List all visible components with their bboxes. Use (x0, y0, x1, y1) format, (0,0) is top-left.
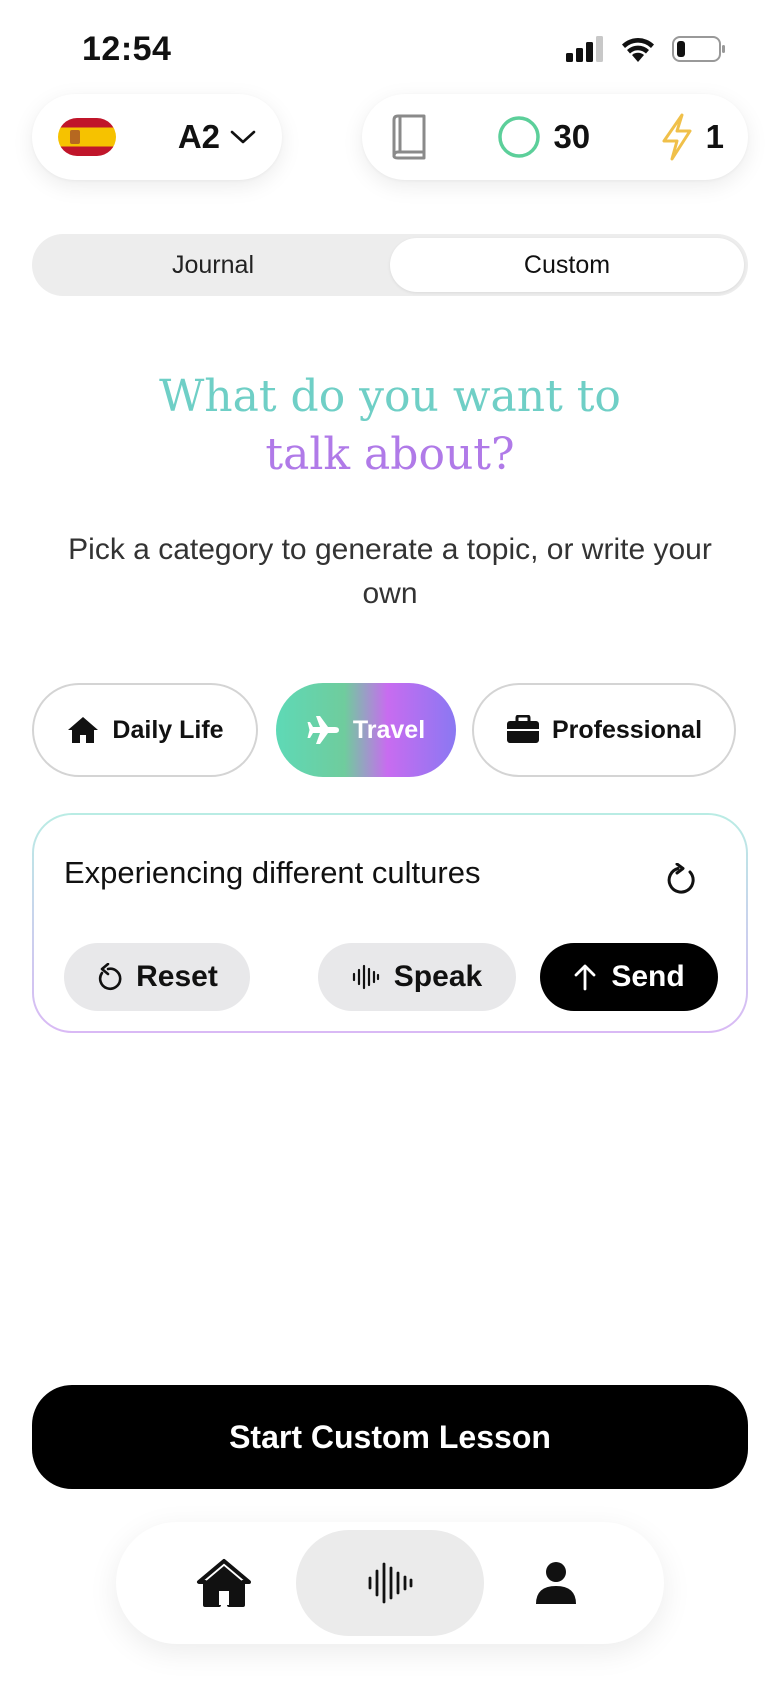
speak-button[interactable]: Speak (318, 943, 516, 1011)
spain-flag-icon (58, 118, 116, 156)
category-travel[interactable]: Travel (276, 683, 456, 777)
nav-profile[interactable] (488, 1530, 624, 1636)
language-level-selector[interactable]: A2 (32, 94, 282, 180)
battery-icon (672, 36, 725, 62)
wifi-icon (622, 38, 654, 62)
category-label: Travel (352, 715, 426, 744)
category-professional[interactable]: Professional (472, 683, 736, 777)
cellular-signal-icon (566, 36, 603, 62)
refresh-icon[interactable] (664, 863, 698, 897)
voice-wave-icon (368, 1562, 413, 1604)
chevron-down-icon (230, 130, 256, 144)
level-label: A2 (177, 118, 220, 155)
speak-label: Speak (393, 960, 483, 993)
streak-value: 1 (705, 118, 724, 155)
status-time: 12:54 (82, 30, 172, 68)
title-line-2: talk about? (265, 429, 515, 480)
voice-wave-icon (352, 964, 379, 990)
start-custom-lesson-button[interactable]: Start Custom Lesson (32, 1385, 748, 1489)
book-icon[interactable] (388, 114, 428, 160)
airplane-icon (307, 716, 339, 744)
home-icon (68, 717, 99, 743)
send-label: Send (611, 960, 685, 993)
nav-speak[interactable] (296, 1530, 484, 1636)
streak-stat: 1 (660, 113, 724, 161)
subtitle: Pick a category to generate a topic, or … (68, 533, 712, 610)
reset-button[interactable]: Reset (64, 943, 250, 1011)
topic-text[interactable]: Experiencing different cultures (64, 855, 480, 891)
page-title: What do you want to talk about? (0, 368, 780, 484)
bottom-nav (116, 1522, 664, 1644)
reset-label: Reset (136, 960, 218, 993)
title-line-1: What do you want to (159, 371, 621, 422)
points-stat: 30 (497, 115, 590, 159)
lightning-icon (662, 113, 692, 161)
stats-bar: 30 1 (362, 94, 748, 180)
send-button[interactable]: Send (540, 943, 718, 1011)
briefcase-icon (506, 715, 539, 743)
tab-custom[interactable]: Custom (390, 238, 744, 292)
points-value: 30 (553, 118, 591, 155)
topic-card: Experiencing different cultures Reset Sp… (32, 813, 748, 1033)
points-ring-icon (498, 116, 541, 158)
tab-journal[interactable]: Journal (36, 238, 390, 292)
nav-home[interactable] (156, 1530, 292, 1636)
category-daily-life[interactable]: Daily Life (32, 683, 258, 777)
mode-tabs: Journal Custom (32, 234, 748, 296)
home-icon (197, 1559, 251, 1607)
category-label: Professional (551, 715, 703, 744)
status-icons (566, 36, 726, 62)
arrow-up-icon (574, 964, 596, 991)
undo-icon (99, 963, 122, 991)
profile-icon (536, 1562, 576, 1604)
category-label: Daily Life (112, 715, 224, 744)
